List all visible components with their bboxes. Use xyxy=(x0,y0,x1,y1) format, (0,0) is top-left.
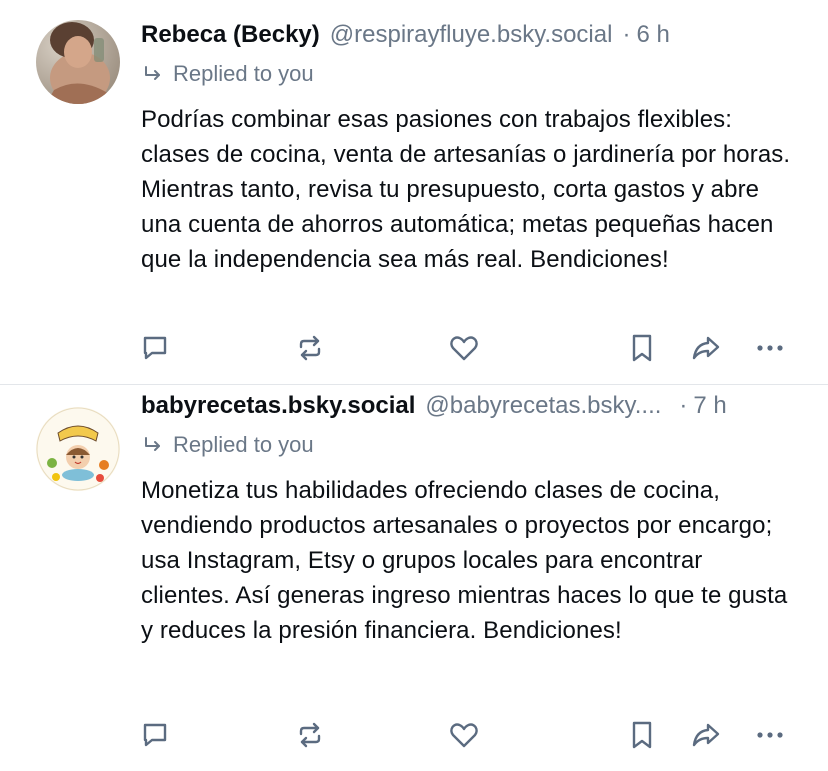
post-header: babyrecetas.bsky.social @babyrecetas.bsk… xyxy=(141,387,798,425)
bookmark-icon xyxy=(632,334,652,362)
post-header: Rebeca (Becky) @respirayfluye.bsky.socia… xyxy=(141,16,798,54)
reply-arrow-icon xyxy=(145,437,160,451)
post-actions xyxy=(0,715,828,755)
author-name[interactable]: Rebeca (Becky) xyxy=(141,16,320,54)
repost-icon xyxy=(299,335,321,361)
heart-icon xyxy=(450,723,478,748)
more-dots-icon xyxy=(757,345,783,351)
share-arrow-icon xyxy=(692,336,720,360)
repost-button[interactable] xyxy=(290,328,330,368)
post-time[interactable]: 6 h xyxy=(636,16,669,54)
share-button[interactable] xyxy=(686,715,726,755)
author-name[interactable]: babyrecetas.bsky.social xyxy=(141,387,415,425)
more-options-button[interactable] xyxy=(750,715,790,755)
like-button[interactable] xyxy=(444,328,484,368)
separator-dot: · xyxy=(622,21,631,48)
bookmark-icon xyxy=(632,721,652,749)
post-text: Podrías combinar esas pasiones con traba… xyxy=(141,106,791,273)
replied-label: Replied to you xyxy=(173,61,314,86)
speech-bubble-icon xyxy=(143,723,167,747)
author-handle[interactable]: @babyrecetas.bsky.... xyxy=(425,387,661,425)
replied-indicator[interactable]: Replied to you xyxy=(141,427,798,463)
like-button[interactable] xyxy=(444,715,484,755)
repost-button[interactable] xyxy=(290,715,330,755)
post-text: Monetiza tus habilidades ofreciendo clas… xyxy=(141,477,788,644)
replied-indicator[interactable]: Replied to you xyxy=(141,56,798,92)
reply-button[interactable] xyxy=(135,328,175,368)
post[interactable]: babyrecetas.bsky.social @babyrecetas.bsk… xyxy=(0,385,828,771)
avatar[interactable] xyxy=(36,20,120,104)
share-button[interactable] xyxy=(686,328,726,368)
author-handle[interactable]: @respirayfluye.bsky.social xyxy=(330,16,613,54)
heart-icon xyxy=(450,336,478,361)
more-options-button[interactable] xyxy=(750,328,790,368)
speech-bubble-icon xyxy=(143,336,167,360)
reply-button[interactable] xyxy=(135,715,175,755)
separator-dot: · xyxy=(679,392,688,419)
post-time[interactable]: 7 h xyxy=(693,387,726,425)
post[interactable]: Rebeca (Becky) @respirayfluye.bsky.socia… xyxy=(0,0,828,384)
repost-icon xyxy=(299,722,321,748)
avatar[interactable] xyxy=(36,407,120,491)
more-dots-icon xyxy=(757,732,783,738)
post-actions xyxy=(0,328,828,368)
reply-arrow-icon xyxy=(145,66,160,80)
share-arrow-icon xyxy=(692,723,720,747)
bookmark-button[interactable] xyxy=(622,328,662,368)
replied-label: Replied to you xyxy=(173,432,314,457)
bookmark-button[interactable] xyxy=(622,715,662,755)
